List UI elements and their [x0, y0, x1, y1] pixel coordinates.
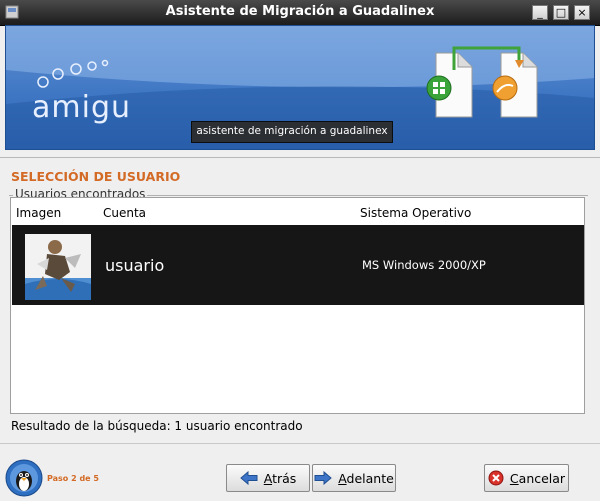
- back-mnemonic: A: [263, 470, 273, 486]
- minimize-button[interactable]: _: [532, 5, 548, 20]
- back-button[interactable]: Atrás: [226, 464, 310, 492]
- cancel-label: ancelar: [518, 470, 566, 486]
- banner-tagline: asistente de migración a guadalinex: [191, 121, 393, 143]
- brand-logo: amigu: [32, 90, 131, 125]
- penguin-icon: [5, 459, 43, 497]
- cancel-mnemonic: C: [509, 470, 519, 486]
- column-header-account[interactable]: Cuenta: [103, 206, 146, 220]
- section-title: SELECCIÓN DE USUARIO: [11, 169, 181, 184]
- footer-divider: [0, 443, 600, 444]
- column-header-image[interactable]: Imagen: [16, 206, 61, 220]
- back-label: trás: [272, 470, 297, 486]
- window-title: Asistente de Migración a Guadalinex: [165, 4, 435, 19]
- close-button[interactable]: ×: [574, 5, 590, 20]
- next-label: delante: [346, 470, 394, 486]
- cancel-icon: [488, 470, 504, 486]
- header-banner: amigu asistente de migración a guadaline…: [5, 25, 595, 150]
- title-bar: Asistente de Migración a Guadalinex _ □ …: [0, 0, 600, 26]
- divider: [0, 157, 600, 158]
- maximize-button[interactable]: □: [553, 5, 569, 20]
- arrow-right-icon: [314, 471, 332, 485]
- operating-system: MS Windows 2000/XP: [362, 258, 486, 272]
- column-header-os[interactable]: Sistema Operativo: [360, 206, 471, 220]
- search-result-status: Resultado de la búsqueda: 1 usuario enco…: [11, 419, 303, 433]
- step-indicator: Paso 2 de 5: [47, 474, 99, 483]
- next-mnemonic: A: [338, 470, 347, 486]
- users-table: Imagen Cuenta Sistema Operativo usuario …: [10, 197, 585, 414]
- user-avatar-icon: [25, 234, 91, 300]
- cancel-button[interactable]: Cancelar: [484, 464, 569, 492]
- account-name: usuario: [105, 256, 165, 275]
- next-button[interactable]: Adelante: [312, 464, 396, 492]
- table-row[interactable]: usuario MS Windows 2000/XP: [12, 225, 584, 305]
- arrow-left-icon: [239, 471, 258, 485]
